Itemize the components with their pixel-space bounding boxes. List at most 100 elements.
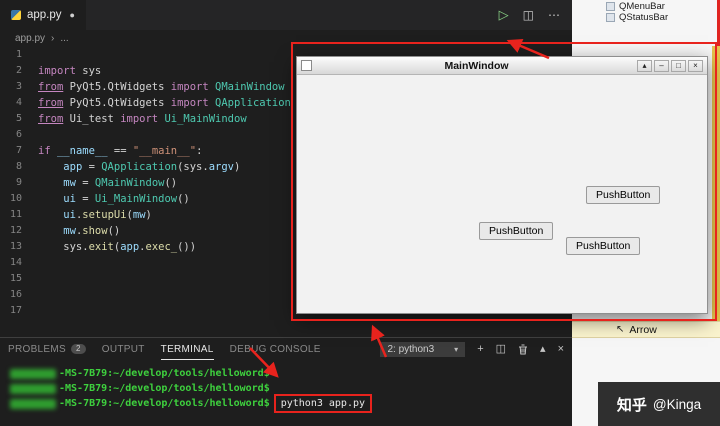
line-number: 5: [15, 113, 22, 124]
breadcrumb-more[interactable]: ...: [60, 33, 68, 44]
tab-label: app.py: [27, 9, 62, 21]
code-text: from PyQt5.QtWidgets import QApplication: [38, 95, 291, 111]
panel-tab-terminal-label: TERMINAL: [160, 343, 214, 355]
qt-pushbutton[interactable]: PushButton: [479, 222, 554, 240]
panel-tab-debug-console[interactable]: DEBUG CONSOLE: [230, 338, 321, 360]
tab-app-py[interactable]: app.py ●: [0, 0, 86, 30]
kill-terminal-icon[interactable]: [518, 344, 528, 355]
code-token: ): [145, 209, 152, 221]
qt-close-button[interactable]: ×: [688, 59, 703, 72]
terminal-prompt: -MS-7B79:~/develop/tools/helloword$: [59, 398, 270, 409]
maximize-panel-icon[interactable]: ▴: [540, 343, 546, 355]
watermark: 知乎 @Kinga: [598, 382, 720, 426]
code-token: app: [120, 241, 140, 253]
more-actions-button[interactable]: ⋯: [548, 8, 560, 22]
panel-tab-problems[interactable]: PROBLEMS 2: [8, 338, 86, 360]
code-token: mw: [63, 225, 76, 237]
python-file-icon: [11, 10, 21, 20]
widget-icon: [606, 2, 615, 11]
close-panel-icon[interactable]: ×: [558, 343, 564, 355]
code-token: ): [234, 161, 241, 173]
code-token: Ui_MainWindow: [94, 193, 178, 205]
modified-dot-icon[interactable]: ●: [70, 10, 75, 20]
line-number: 16: [9, 289, 22, 300]
code-text: from PyQt5.QtWidgets import QMainWindow: [38, 79, 285, 95]
qt-window-controls: ▴ – □ ×: [637, 59, 703, 72]
run-button[interactable]: ▷: [499, 7, 509, 23]
code-token: mw: [63, 177, 76, 189]
arrow-cursor-icon: ↖: [616, 324, 625, 335]
qt-window-title: MainWindow: [444, 59, 509, 72]
qt-pushbutton[interactable]: PushButton: [566, 237, 641, 255]
object-item-label: QMenuBar: [619, 1, 665, 12]
code-token: app: [63, 161, 83, 173]
terminal-prompt: -MS-7B79:~/develop/tools/helloword$: [59, 368, 270, 379]
qt-shade-button[interactable]: ▴: [637, 59, 652, 72]
code-token: __name__: [56, 145, 108, 157]
code-token: mw: [132, 209, 146, 221]
terminal-select[interactable]: 2: python3 ▾: [380, 341, 466, 357]
vscode-window: QMenuBar QStatusBar ↖ Arrow app.py ● ▷ ◫ ⋯ …: [0, 0, 720, 426]
object-item[interactable]: QMenuBar: [606, 1, 720, 12]
line-number: 13: [9, 241, 22, 252]
new-terminal-icon[interactable]: +: [477, 343, 483, 355]
code-token: from: [38, 81, 64, 93]
code-token: Ui_MainWindow: [158, 113, 247, 125]
qt-pushbutton[interactable]: PushButton: [586, 186, 661, 204]
code-token: "__main__": [132, 145, 197, 157]
terminal-prompt: -MS-7B79:~/develop/tools/helloword$: [59, 383, 270, 394]
panel-tab-problems-label: PROBLEMS: [8, 343, 66, 355]
panel-tab-output-label: OUTPUT: [101, 343, 145, 355]
code-token: import: [170, 97, 209, 109]
qt-minimize-button[interactable]: –: [654, 59, 669, 72]
terminal-output[interactable]: -MS-7B79:~/develop/tools/helloword$ -MS-7…: [0, 360, 572, 413]
code-token: sys.: [38, 241, 89, 253]
panel-tab-terminal[interactable]: TERMINAL: [161, 338, 214, 360]
code-token: import: [170, 81, 209, 93]
split-editor-icon: ◫: [522, 8, 534, 22]
code-text: ui = Ui_MainWindow(): [38, 191, 189, 207]
terminal-line: -MS-7B79:~/develop/tools/helloword$ pytho…: [10, 394, 572, 413]
line-number: 11: [9, 209, 22, 220]
code-text: mw.show(): [38, 223, 120, 239]
property-value: Arrow: [629, 323, 657, 336]
split-terminal-icon[interactable]: ◫: [496, 343, 506, 355]
breadcrumb-file[interactable]: app.py: [15, 33, 45, 44]
run-icon: ▷: [498, 7, 509, 22]
line-number: 6: [15, 129, 22, 140]
panel-header: PROBLEMS 2 OUTPUT TERMINAL DEBUG CONSOLE 2: …: [0, 338, 572, 360]
qt-maximize-button[interactable]: □: [671, 59, 686, 72]
object-item[interactable]: QStatusBar: [606, 12, 720, 23]
qt-app-icon: [301, 60, 312, 71]
code-token: import: [38, 65, 76, 77]
code-token: PyQt5.QtWidgets: [63, 97, 171, 109]
code-token: from: [38, 97, 64, 109]
terminal-command: python3 app.py: [273, 394, 373, 413]
code-token: exec_: [145, 241, 178, 253]
terminal-select-value: 2: python3: [387, 343, 435, 355]
split-editor-button[interactable]: ◫: [523, 8, 534, 22]
code-token: (): [107, 225, 121, 237]
redacted-blur: [10, 368, 56, 379]
line-number: 14: [9, 257, 22, 268]
panel-action-icons: + ◫ ▴ ×: [477, 343, 564, 355]
code-token: import: [120, 113, 159, 125]
background-yellow-strip: [712, 46, 720, 321]
line-number: 3: [15, 81, 22, 92]
more-actions-icon: ⋯: [548, 8, 560, 22]
code-text: import sys: [38, 63, 101, 79]
chevron-right-icon: ›: [51, 33, 55, 44]
property-row-arrow[interactable]: ↖ Arrow: [572, 321, 720, 338]
breadcrumb[interactable]: app.py › ...: [0, 30, 572, 47]
panel-tab-output[interactable]: OUTPUT: [102, 338, 145, 360]
object-item-label: QStatusBar: [619, 12, 669, 23]
code-token: ui: [63, 193, 76, 205]
code-text: sys.exit(app.exec_()): [38, 239, 196, 255]
code-token: Ui_test: [63, 113, 121, 125]
code-token: (sys.: [177, 161, 209, 173]
line-number: 8: [15, 161, 22, 172]
qt-titlebar[interactable]: MainWindow ▴ – □ ×: [297, 57, 707, 75]
code-token: =: [75, 193, 95, 205]
